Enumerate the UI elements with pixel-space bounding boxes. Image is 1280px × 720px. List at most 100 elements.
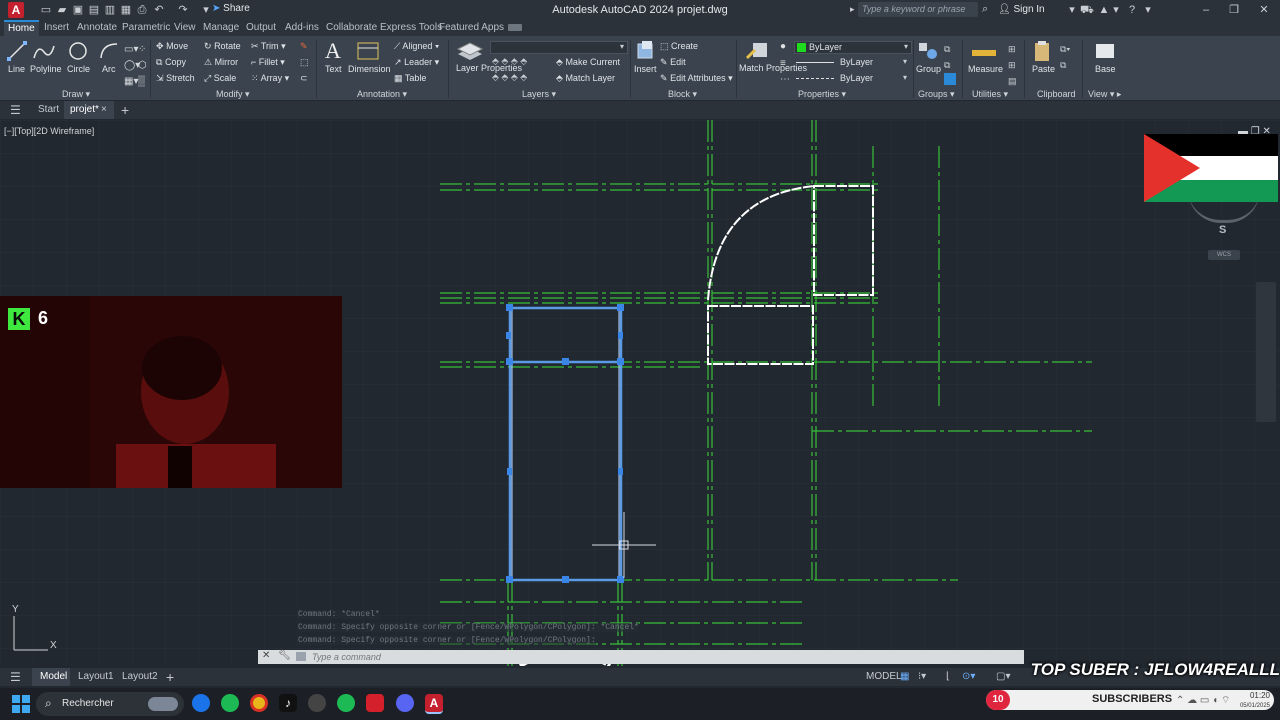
recent-commands-icon[interactable]	[296, 652, 306, 661]
match-layer-button[interactable]: ⬘ Match Layer	[556, 73, 615, 84]
taskbar-search-box[interactable]: ⌕ Rechercher	[36, 692, 184, 716]
base-view-button[interactable]: Base	[1090, 40, 1120, 80]
new-tab-plus-icon[interactable]: +	[121, 101, 129, 119]
tab-collaborate[interactable]: Collaborate	[322, 20, 381, 36]
save-web-icon[interactable]: ▦	[120, 4, 132, 16]
windows-start-icon[interactable]	[12, 695, 30, 716]
layer-tool-icons-row2[interactable]: ⬘ ⬘ ⬘ ⬘	[492, 72, 527, 83]
navigation-bar[interactable]	[1256, 282, 1276, 422]
make-current-button[interactable]: ⬘ Make Current	[556, 57, 620, 68]
autocad-taskbar-icon[interactable]: A	[425, 694, 443, 714]
autocad-app-icon[interactable]: A	[8, 2, 24, 18]
spotify-icon[interactable]	[221, 694, 239, 712]
tab-projet[interactable]: projet* ×	[64, 101, 114, 119]
leader-button[interactable]: ↗ Leader ▾	[394, 57, 439, 68]
open-web-icon[interactable]: ▥	[104, 4, 116, 16]
draw-panel-title[interactable]: Draw ▾	[62, 89, 90, 100]
move-button[interactable]: ✥ Move	[156, 41, 188, 52]
linetype-dropdown[interactable]: ByLayer ▾	[794, 73, 910, 84]
save-icon[interactable]: ▣	[72, 4, 84, 16]
aligned-dim-button[interactable]: ⟋ Aligned ▾	[394, 41, 439, 52]
help-search-input[interactable]: Type a keyword or phrase	[858, 2, 978, 17]
arc-tool-button[interactable]: Arc	[98, 40, 120, 80]
tab-annotate[interactable]: Annotate	[73, 20, 121, 36]
system-clock[interactable]: 01:20 05/01/2025	[1238, 691, 1270, 711]
cart-icon[interactable]: ⛟	[1080, 4, 1094, 16]
polyline-tool-button[interactable]: Polyline	[30, 40, 62, 80]
modify-panel-title[interactable]: Modify ▾	[216, 89, 250, 100]
tab-layout1[interactable]: Layout1	[78, 668, 114, 686]
linetype-icon[interactable]: ⋯	[780, 74, 790, 85]
edit-block-button[interactable]: ✎ Edit	[660, 57, 686, 68]
rotate-button[interactable]: ↻ Rotate	[204, 41, 241, 52]
match-properties-button[interactable]: Match Properties	[739, 40, 807, 86]
minimize-icon[interactable]: –	[1200, 4, 1212, 16]
scale-button[interactable]: ⤢ Scale	[204, 73, 236, 84]
lineweight-dropdown[interactable]: ByLayer ▾	[794, 57, 910, 68]
add-layout-plus-icon[interactable]: +	[166, 668, 174, 686]
tab-model[interactable]: Model	[32, 668, 70, 686]
discord-icon[interactable]	[396, 694, 414, 712]
group-button[interactable]: Group	[916, 40, 941, 80]
group-tools[interactable]: ⧉ ⧉	[944, 41, 956, 90]
save-as-icon[interactable]: ▤	[88, 4, 100, 16]
wcs-menu-button[interactable]: WCS	[1208, 250, 1240, 260]
paste-button[interactable]: Paste	[1028, 40, 1056, 80]
insert-block-button[interactable]: Insert	[634, 40, 657, 80]
sign-in-button[interactable]: 👤︎ Sign In	[998, 4, 1045, 15]
array-button[interactable]: ⁙ Array ▾	[251, 73, 289, 84]
trim-button[interactable]: ✂ Trim ▾	[251, 41, 286, 52]
annotation-panel-title[interactable]: Annotation ▾	[357, 89, 407, 100]
layout-list-icon[interactable]: ☰	[10, 668, 21, 686]
explode-icon[interactable]: ⬚	[300, 57, 309, 68]
close-tab-icon[interactable]: ×	[101, 101, 107, 119]
tab-home[interactable]: Home	[4, 20, 39, 36]
utilities-panel-title[interactable]: Utilities ▾	[972, 89, 1008, 100]
table-button[interactable]: ▦ Table	[394, 73, 426, 84]
text-tool-button[interactable]: A Text	[322, 40, 344, 80]
share-button[interactable]: ➤ Share	[212, 3, 250, 14]
block-panel-title[interactable]: Block ▾	[668, 89, 697, 100]
ortho-icon[interactable]: ⌊	[946, 668, 950, 686]
undo-icon[interactable]: ↶	[153, 4, 165, 16]
draw-more-tools[interactable]: ⁘ ⬡ ▒	[138, 42, 147, 90]
circle-tool-button[interactable]: Circle	[66, 40, 90, 80]
lineweight-icon[interactable]: ≡	[780, 58, 786, 69]
new-file-icon[interactable]: ▭	[40, 4, 52, 16]
mirror-button[interactable]: ⚠︎ Mirror	[204, 57, 238, 68]
viewport-controls-label[interactable]: [−][Top][2D Wireframe]	[4, 126, 94, 136]
ribbon-toggle-icon[interactable]	[508, 24, 522, 31]
utilities-tools[interactable]: ⊞ ⊞ ▤	[1008, 41, 1017, 89]
edge-browser-icon[interactable]	[192, 694, 210, 712]
offset-icon[interactable]: ⊂	[300, 73, 308, 84]
tab-view[interactable]: View	[170, 20, 200, 36]
tab-insert[interactable]: Insert	[40, 20, 73, 36]
color-dropdown[interactable]: ByLayer ▾	[794, 41, 912, 54]
dropdown-chevron-icon[interactable]: ▾	[1142, 4, 1154, 16]
color-wheel-icon[interactable]: ●	[780, 41, 786, 52]
groups-panel-title[interactable]: Groups ▾	[918, 89, 955, 100]
view-panel-title[interactable]: View ▾ ▸	[1088, 89, 1121, 100]
viewcube-south-label[interactable]: S	[1219, 224, 1226, 236]
measure-button[interactable]: Measure	[966, 40, 1003, 80]
restore-icon[interactable]: ❐	[1228, 4, 1240, 16]
hamburger-menu-icon[interactable]: ☰	[10, 101, 21, 119]
grid-toggle-icon[interactable]: ▦	[900, 668, 909, 686]
tab-output[interactable]: Output	[242, 20, 280, 36]
tiktok-icon[interactable]: ♪	[279, 694, 297, 712]
close-command-icon[interactable]: ✕	[262, 650, 270, 661]
redo-icon[interactable]: ↷	[177, 4, 189, 16]
search-icon[interactable]: ⌕	[982, 3, 988, 16]
help-icon[interactable]: ?	[1126, 4, 1138, 16]
stretch-button[interactable]: ⇲ Stretch	[156, 73, 195, 84]
close-icon[interactable]: ✕	[1258, 4, 1270, 16]
spotify-alt-icon[interactable]	[337, 694, 355, 712]
dropdown-chevron-icon[interactable]: ▾	[200, 4, 212, 16]
fillet-button[interactable]: ⌐ Fillet ▾	[251, 57, 285, 68]
clipboard-tools[interactable]: ⧉▾ ⧉	[1060, 41, 1070, 73]
dropdown-chevron-icon[interactable]: ▾	[1110, 4, 1122, 16]
autodesk-a360-icon[interactable]: ▲	[1098, 4, 1110, 16]
command-input[interactable]	[312, 651, 1012, 662]
tab-manage[interactable]: Manage	[199, 20, 243, 36]
tab-parametric[interactable]: Parametric	[118, 20, 174, 36]
